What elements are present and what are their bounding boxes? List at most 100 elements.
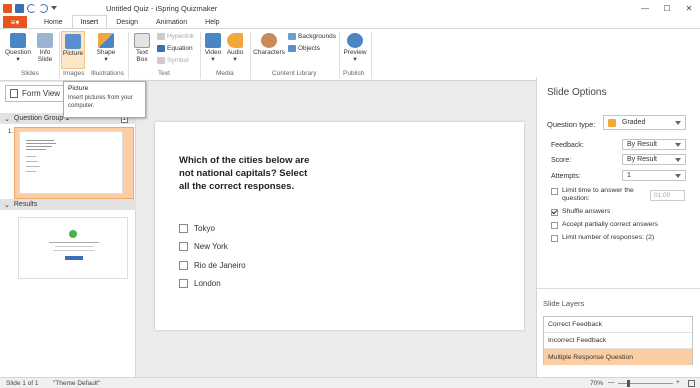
slide[interactable]: Which of the cities below are not nation… bbox=[155, 122, 524, 330]
slide-thumbnail-1[interactable] bbox=[14, 127, 134, 199]
ribbon-tabs: ≡▾ Home Insert Design Animation Help bbox=[0, 15, 700, 28]
collapse-icon: ⌄ bbox=[4, 201, 10, 209]
score-dropdown[interactable]: By Result bbox=[622, 154, 686, 165]
text-box-icon bbox=[134, 33, 150, 48]
question-text[interactable]: Which of the cities below are not nation… bbox=[179, 154, 314, 193]
shuffle-answers-checkbox[interactable]: Shuffle answers bbox=[551, 208, 610, 216]
tab-home[interactable]: Home bbox=[35, 16, 72, 28]
chevron-down-icon bbox=[675, 157, 681, 162]
minimize-button[interactable]: — bbox=[634, 0, 656, 16]
answer-text: New York bbox=[194, 242, 228, 251]
characters-button[interactable]: Characters bbox=[253, 33, 285, 56]
slide-list-panel: Form View ⌄ Question Group 1 1 1. ⌄ Resu… bbox=[0, 82, 136, 377]
score-label: Score: bbox=[551, 157, 572, 164]
backgrounds-icon bbox=[288, 33, 296, 40]
answer-option[interactable]: New York bbox=[179, 242, 228, 251]
file-menu-button[interactable]: ≡▾ bbox=[3, 16, 27, 28]
feedback-dropdown[interactable]: By Result bbox=[622, 139, 686, 150]
tab-help[interactable]: Help bbox=[196, 16, 228, 28]
layer-item[interactable]: Multiple Response Question bbox=[544, 349, 692, 365]
question-label: Question bbox=[4, 49, 32, 56]
limit-time-checkbox[interactable]: Limit time to answer the question: bbox=[551, 187, 647, 203]
video-button[interactable]: Video ▾ bbox=[203, 33, 223, 63]
answer-option[interactable]: Rio de Janeiro bbox=[179, 261, 246, 270]
tab-design[interactable]: Design bbox=[107, 16, 147, 28]
zoom-out-button[interactable]: — bbox=[608, 379, 615, 386]
shape-button[interactable]: Shape ▾ bbox=[92, 33, 120, 63]
shape-icon bbox=[98, 33, 114, 48]
characters-icon bbox=[261, 33, 277, 48]
text-box-button[interactable]: Text Box bbox=[131, 33, 153, 63]
answer-checkbox[interactable] bbox=[179, 279, 188, 288]
answer-checkbox[interactable] bbox=[179, 242, 188, 251]
objects-button[interactable]: Objects bbox=[288, 45, 320, 52]
question-icon bbox=[10, 33, 26, 48]
characters-label: Characters bbox=[253, 49, 285, 56]
layer-item[interactable]: Incorrect Feedback bbox=[544, 333, 692, 349]
thumb-text-line bbox=[26, 146, 52, 147]
attempts-dropdown[interactable]: 1 bbox=[622, 170, 686, 181]
equation-button[interactable]: Equation bbox=[157, 45, 193, 52]
thumb-option bbox=[26, 166, 40, 167]
answer-option[interactable]: Tokyo bbox=[179, 224, 215, 233]
results-slide-thumbnail[interactable] bbox=[18, 217, 128, 279]
thumb-text-line bbox=[26, 140, 54, 141]
tab-animation[interactable]: Animation bbox=[147, 16, 196, 28]
group-label-content-library: Content Library bbox=[272, 70, 317, 77]
text-box-label: Text Box bbox=[136, 49, 148, 63]
picture-button[interactable]: Picture bbox=[61, 31, 85, 69]
hyperlink-button[interactable]: Hyperlink bbox=[157, 33, 194, 40]
group-label-publish: Publish bbox=[343, 70, 365, 77]
tab-insert[interactable]: Insert bbox=[71, 15, 108, 28]
slide-number: 1. bbox=[8, 129, 14, 135]
zoom-in-button[interactable]: + bbox=[676, 379, 680, 386]
group-separator bbox=[250, 32, 251, 79]
preview-button[interactable]: Preview ▾ bbox=[343, 33, 367, 63]
customize-quick-access-icon[interactable] bbox=[51, 6, 57, 10]
answer-checkbox[interactable] bbox=[179, 224, 188, 233]
redo-icon[interactable] bbox=[39, 3, 48, 13]
answer-option[interactable]: London bbox=[179, 279, 221, 288]
group-label-illustrations: Illustrations bbox=[91, 70, 124, 77]
layer-item[interactable]: Correct Feedback bbox=[544, 317, 692, 333]
group-label-slides: Slides bbox=[21, 70, 39, 77]
checkbox[interactable] bbox=[551, 221, 558, 229]
maximize-button[interactable]: ☐ bbox=[656, 0, 678, 16]
undo-icon[interactable] bbox=[27, 3, 36, 13]
attempts-label: Attempts: bbox=[551, 173, 581, 180]
question-type-value: Graded bbox=[622, 119, 646, 126]
form-view-button[interactable]: Form View bbox=[5, 85, 69, 102]
zoom-level: 70% bbox=[590, 380, 604, 387]
limit-responses-checkbox[interactable]: Limit number of responses: (2) bbox=[551, 234, 654, 242]
shuffle-label: Shuffle answers bbox=[562, 208, 611, 215]
answer-checkbox[interactable] bbox=[179, 261, 188, 270]
checkbox[interactable] bbox=[551, 234, 558, 242]
partial-correct-checkbox[interactable]: Accept partially correct answers bbox=[551, 221, 658, 229]
thumb-option bbox=[26, 161, 38, 162]
limit-time-label: Limit time to answer the question: bbox=[562, 187, 634, 202]
zoom-slider-handle[interactable] bbox=[627, 380, 630, 387]
info-slide-button[interactable]: Info Slide bbox=[34, 33, 56, 63]
backgrounds-button[interactable]: Backgrounds bbox=[288, 33, 336, 40]
question-type-dropdown[interactable]: Graded bbox=[603, 115, 686, 130]
form-view-label: Form View bbox=[22, 89, 61, 98]
thumb-text-line bbox=[55, 246, 93, 247]
checkbox[interactable] bbox=[551, 187, 558, 195]
close-button[interactable]: ✕ bbox=[678, 0, 700, 16]
slide-canvas: Which of the cities below are not nation… bbox=[137, 82, 535, 377]
checkbox[interactable] bbox=[551, 208, 558, 216]
audio-button[interactable]: Audio ▾ bbox=[225, 33, 245, 63]
question-button[interactable]: Question ▾ bbox=[4, 33, 32, 63]
group-separator bbox=[59, 32, 60, 79]
time-input[interactable]: 01:00 bbox=[650, 190, 685, 201]
app-icon[interactable] bbox=[3, 3, 12, 13]
picture-tooltip: Picture Insert pictures from your comput… bbox=[63, 81, 146, 118]
menu-icon: ≡▾ bbox=[10, 17, 20, 27]
objects-icon bbox=[288, 45, 296, 52]
form-view-icon bbox=[10, 89, 18, 98]
group-label-media: Media bbox=[216, 70, 234, 77]
symbol-button[interactable]: Symbol bbox=[157, 57, 189, 64]
save-icon[interactable] bbox=[15, 3, 24, 13]
fit-to-window-icon[interactable] bbox=[688, 380, 695, 387]
results-group-header[interactable]: ⌄ Results bbox=[0, 199, 136, 210]
